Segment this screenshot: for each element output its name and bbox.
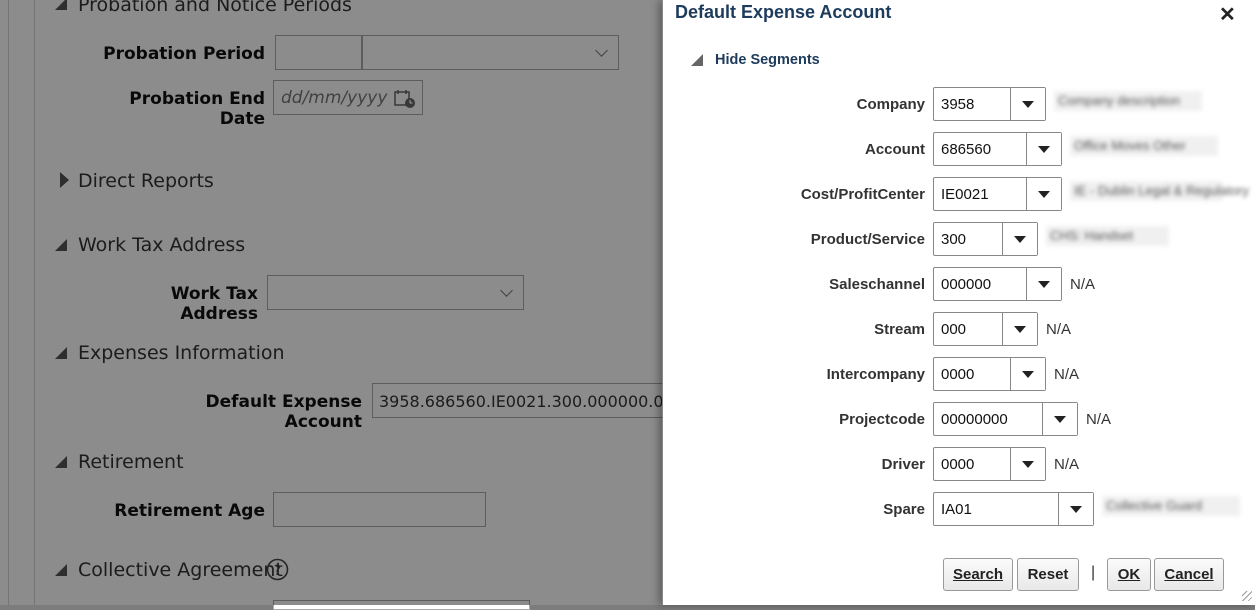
dropdown-button[interactable] [1010,88,1045,120]
segment-row: Intercompany 0000 N/A [663,357,1255,393]
reset-button[interactable]: Reset [1017,558,1079,591]
segment-combobox[interactable]: 000000 [933,267,1062,301]
segment-value[interactable]: 000 [941,321,966,338]
segment-label: Intercompany [826,366,925,383]
segment-description: N/A [1086,411,1112,428]
caret-down-icon [1038,281,1050,288]
resize-handle-icon[interactable] [1242,591,1252,601]
caret-down-icon [1022,371,1034,378]
segment-description: IE - Dublin Legal & Regulatory [1070,181,1249,201]
segment-row: Spare IA01 Collective Guard [663,492,1255,528]
dialog-title: Default Expense Account [675,2,892,22]
segment-value[interactable]: 00000000 [941,411,1008,428]
ok-button[interactable]: OK [1107,558,1151,591]
segment-label: Stream [874,321,925,338]
segment-row: Projectcode 00000000 N/A [663,402,1255,438]
segment-description: N/A [1046,321,1072,338]
segment-label: Product/Service [810,231,925,248]
cancel-button-label: Cancel [1164,566,1214,583]
segment-combobox[interactable]: 3958 [933,87,1046,121]
segment-description: N/A [1054,456,1080,473]
segment-combobox[interactable]: 300 [933,222,1038,256]
segment-value[interactable]: 3958 [941,96,974,113]
caret-down-icon [1022,101,1034,108]
segment-row: Stream 000 N/A [663,312,1255,348]
dropdown-button[interactable] [1002,313,1037,345]
close-icon[interactable]: ✕ [1219,2,1236,27]
segment-value[interactable]: 0000 [941,456,974,473]
dropdown-button[interactable] [1002,223,1037,255]
dropdown-button[interactable] [1026,178,1061,210]
segment-combobox[interactable]: 000 [933,312,1038,346]
segment-label: Spare [883,501,925,518]
segment-row: Cost/ProfitCenter IE0021 IE - Dublin Legal… [663,177,1255,213]
segment-combobox[interactable]: 00000000 [933,402,1078,436]
segment-row: Product/Service 300 CHS: Handset [663,222,1255,258]
segment-description: Office Moves Other [1070,136,1218,156]
segment-row: Driver 0000 N/A [663,447,1255,483]
segment-label: Account [865,141,925,158]
segment-label: Projectcode [839,411,925,428]
caret-down-icon [1038,146,1050,153]
segment-combobox[interactable]: IA01 [933,492,1094,526]
segment-value[interactable]: IA01 [941,501,972,518]
segment-row: Company 3958 Company description [663,87,1255,123]
segment-description: Company description [1054,91,1202,111]
caret-down-icon [1022,461,1034,468]
search-button-label: Search [952,566,1004,583]
segment-value[interactable]: 686560 [941,141,991,158]
hide-segments-label: Hide Segments [715,52,820,68]
segment-description: CHS: Handset [1046,226,1169,246]
segment-value[interactable]: IE0021 [941,186,989,203]
segment-combobox[interactable]: 686560 [933,132,1062,166]
default-expense-account-dialog: Default Expense Account ✕ Hide Segments … [662,0,1255,605]
caret-down-icon [1014,236,1026,243]
caret-down-icon [1070,506,1082,513]
segment-row: Saleschannel 000000 N/A [663,267,1255,303]
segment-row: Account 686560 Office Moves Other [663,132,1255,168]
segment-description: N/A [1054,366,1080,383]
segment-label: Saleschannel [829,276,925,293]
segment-description: N/A [1070,276,1096,293]
caret-down-icon [1038,191,1050,198]
segment-label: Driver [881,456,925,473]
cancel-button[interactable]: Cancel [1154,558,1224,591]
segment-combobox[interactable]: 0000 [933,357,1046,391]
dropdown-button[interactable] [1026,268,1061,300]
segment-label: Company [856,96,925,113]
collapse-triangle-icon [691,54,703,66]
segment-description: Collective Guard [1102,496,1240,516]
caret-down-icon [1054,416,1066,423]
button-separator: | [1091,564,1096,581]
segment-combobox[interactable]: 0000 [933,447,1046,481]
caret-down-icon [1014,326,1026,333]
ok-button-label: OK [1117,566,1141,583]
segment-value[interactable]: 0000 [941,366,974,383]
dropdown-button[interactable] [1010,448,1045,480]
dropdown-button[interactable] [1042,403,1077,435]
dropdown-button[interactable] [1010,358,1045,390]
dropdown-button[interactable] [1058,493,1093,525]
segment-value[interactable]: 300 [941,231,966,248]
search-button[interactable]: Search [943,558,1013,591]
segment-label: Cost/ProfitCenter [800,186,925,203]
dropdown-button[interactable] [1026,133,1061,165]
segment-combobox[interactable]: IE0021 [933,177,1062,211]
segment-value[interactable]: 000000 [941,276,991,293]
